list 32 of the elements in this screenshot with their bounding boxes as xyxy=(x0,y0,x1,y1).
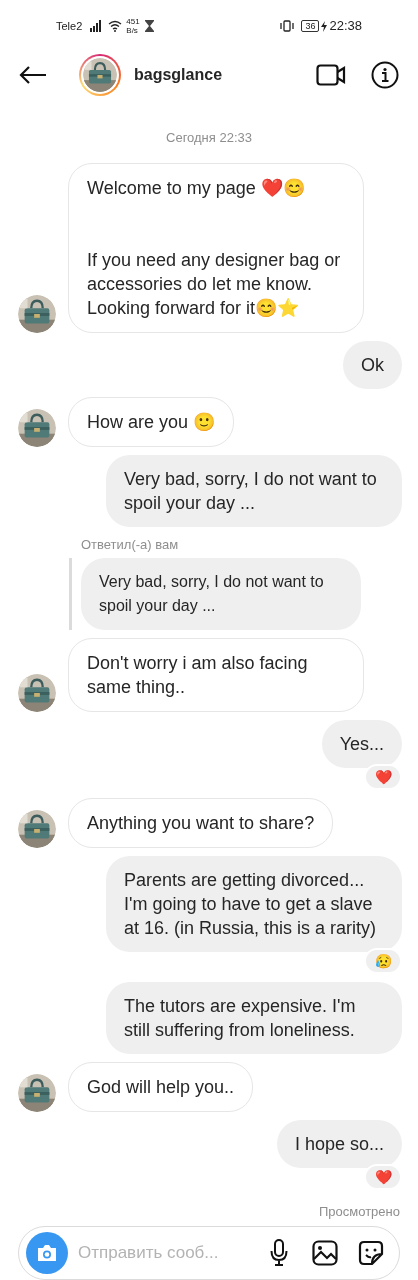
network-speed-unit: B/s xyxy=(126,26,139,35)
seen-status: Просмотрено xyxy=(319,1203,400,1221)
wifi-icon xyxy=(108,20,123,32)
reply-label: Ответил(-а) вам xyxy=(81,535,180,554)
gallery-button[interactable] xyxy=(311,1237,339,1268)
network-speed: 451 xyxy=(126,17,140,26)
message-bubble: Ok xyxy=(343,340,402,389)
message-input[interactable]: Отправить сооб... xyxy=(78,1239,248,1266)
quoted-message: Very bad, sorry, I do not want to spoil your day ... xyxy=(81,558,361,630)
charging-icon xyxy=(321,20,328,32)
message-bubble: Parents are getting divorced... I'm going to have to get a slave at 16. (in Russia, this is a rarity) xyxy=(106,856,402,952)
message-bubble: Anything you want to share? xyxy=(68,798,334,848)
battery-icon: 36 xyxy=(301,20,320,32)
message-bubble: Yes... xyxy=(321,720,402,768)
camera-icon xyxy=(36,1243,58,1262)
info-button[interactable] xyxy=(370,60,400,90)
message-bubble: I hope so... xyxy=(276,1120,402,1168)
reaction-badge[interactable]: ❤ xyxy=(364,764,402,790)
vibrate-icon xyxy=(279,20,296,32)
message-bubble: The tutors are expensive. I'm still suffering from loneliness. xyxy=(106,982,402,1054)
date-label: Сегодня 22:33 xyxy=(166,129,252,147)
hourglass-icon xyxy=(144,20,154,32)
carrier: Tele2 xyxy=(56,18,83,34)
message-bubble: Very bad, sorry, I do not want to spoil your day ... xyxy=(106,454,402,527)
message-bubble: Welcome to my page ❤😊 If you need any designer bag or accessories do let me know. Looking forward for it😊⭐ xyxy=(68,162,364,333)
message-bubble: Don't worry i am also facing same thing.. xyxy=(68,638,364,712)
message-bubble: How are you 🙂 xyxy=(68,396,235,447)
message-bubble: God will help you.. xyxy=(68,1062,254,1112)
clock: 22:38 xyxy=(329,17,362,36)
reaction-badge[interactable]: ❤ xyxy=(364,1164,402,1190)
camera-button[interactable] xyxy=(26,1231,68,1274)
username[interactable]: bagsglance xyxy=(134,63,223,87)
